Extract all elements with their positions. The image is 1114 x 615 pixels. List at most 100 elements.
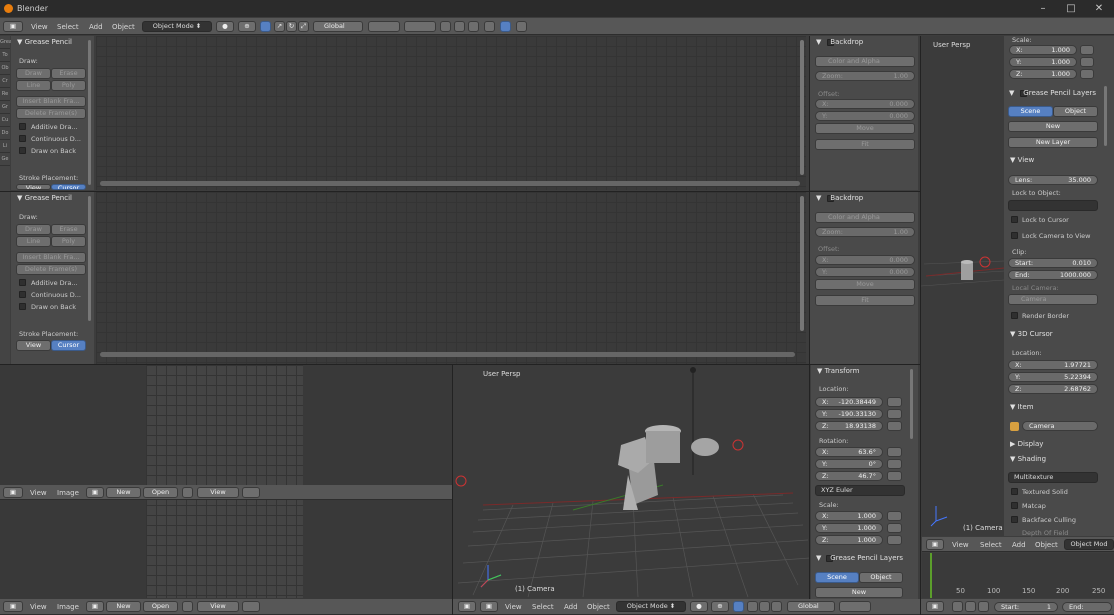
r-render-border-check[interactable]: [1011, 312, 1018, 319]
backdrop-mode-select-2[interactable]: Color and Alpha: [815, 212, 915, 223]
divider-h-2[interactable]: [0, 364, 920, 365]
maximize-icon[interactable]: □: [1056, 0, 1086, 17]
vp-manip-button[interactable]: [733, 601, 744, 612]
image-editor-grid-top[interactable]: [96, 36, 806, 190]
gp-new-button[interactable]: New: [815, 587, 903, 598]
menu-add[interactable]: Add: [89, 23, 103, 31]
backdrop-title[interactable]: ▼ Backdrop: [816, 38, 863, 46]
rotate-button[interactable]: ↻: [286, 21, 297, 32]
delete-frames-button[interactable]: Delete Frame(s): [16, 108, 86, 119]
placement-cursor-button[interactable]: Cursor: [51, 184, 86, 190]
img-pin-button[interactable]: [182, 487, 193, 498]
rot-x-field[interactable]: X: 63.6°: [815, 447, 883, 457]
vp-scale-button[interactable]: [771, 601, 782, 612]
r-clip-start[interactable]: Start: 0.010: [1008, 258, 1098, 268]
r-scale-y[interactable]: Y: 1.000: [1009, 57, 1077, 67]
img-view-select[interactable]: View: [197, 487, 239, 498]
img2-browse-button[interactable]: ▣: [86, 601, 104, 612]
delete-frames-button-2[interactable]: Delete Frame(s): [16, 264, 86, 275]
tl-editor-type[interactable]: ▣: [926, 601, 944, 612]
snap-element-button[interactable]: [484, 21, 495, 32]
timeline-area[interactable]: 50 100 150 200 250: [922, 553, 1114, 598]
v-scrollbar-top[interactable]: [800, 40, 804, 175]
r-scale-lock-z[interactable]: [1080, 69, 1094, 79]
gp-object-button[interactable]: Object: [859, 572, 903, 583]
offset-y-field[interactable]: Y: 0.000: [815, 111, 915, 121]
image-canvas-strip[interactable]: [146, 365, 303, 598]
img2-view-select[interactable]: View: [197, 601, 239, 612]
loc-z-field[interactable]: Z: 18.93138: [815, 421, 883, 431]
vp-menu-select[interactable]: Select: [532, 603, 554, 611]
scale-y-field[interactable]: Y: 1.000: [815, 523, 883, 533]
mode-select[interactable]: Object Mode ⬍: [142, 21, 212, 32]
img2-new-button[interactable]: New: [106, 601, 141, 612]
image-editor-grid-mid[interactable]: [96, 192, 806, 364]
img-menu-image[interactable]: Image: [57, 489, 79, 497]
layers-block-1[interactable]: [368, 21, 400, 32]
offset-y-field-2[interactable]: Y: 0.000: [815, 267, 915, 277]
loc-lock-y[interactable]: [887, 409, 902, 419]
img-menu-view[interactable]: View: [30, 489, 47, 497]
scale-lock-x[interactable]: [887, 511, 902, 521]
vp-menu-view[interactable]: View: [505, 603, 522, 611]
panel-title-2[interactable]: ▼ Grease Pencil: [17, 194, 72, 202]
r-cursor-x[interactable]: X: 1.97721: [1008, 360, 1098, 370]
fit-button[interactable]: Fit: [815, 139, 915, 150]
tab-general[interactable]: Ge: [0, 153, 10, 166]
additive-check-2[interactable]: [19, 279, 26, 286]
r-scale-lock-y[interactable]: [1080, 57, 1094, 67]
r-shading-mode-select[interactable]: Multitexture: [1008, 472, 1098, 483]
r-clip-end[interactable]: End: 1000.000: [1008, 270, 1098, 280]
h-scrollbar-top[interactable]: [100, 181, 800, 186]
layer-lock-button[interactable]: [440, 21, 451, 32]
additive-check[interactable]: [19, 123, 26, 130]
r-lock-cursor-check[interactable]: [1011, 216, 1018, 223]
viewport-3d-right[interactable]: User Persp (1) Camera: [921, 36, 1004, 536]
r-gp-new[interactable]: New: [1008, 121, 1098, 132]
editor-type-button[interactable]: ▣: [3, 21, 23, 32]
vp-shading-button[interactable]: ●: [690, 601, 708, 612]
draw-button[interactable]: Draw: [16, 68, 51, 79]
tl-end-field[interactable]: End:: [1062, 602, 1112, 612]
proportional-button[interactable]: [500, 21, 511, 32]
erase-button[interactable]: Erase: [51, 68, 86, 79]
scrollbar-left-bottom[interactable]: [88, 196, 91, 321]
offset-x-field[interactable]: X: 0.000: [815, 99, 915, 109]
rot-y-field[interactable]: Y: 0°: [815, 459, 883, 469]
tab-tools[interactable]: To: [0, 49, 10, 62]
img2-menu-view[interactable]: View: [30, 603, 47, 611]
img2-pin-button[interactable]: [182, 601, 193, 612]
vp-pivot-button[interactable]: ⊕: [711, 601, 729, 612]
translate-button[interactable]: ↗: [274, 21, 285, 32]
r-textured-solid-check[interactable]: [1011, 488, 1018, 495]
vp-translate-button[interactable]: [747, 601, 758, 612]
scale-lock-y[interactable]: [887, 523, 902, 533]
insert-blank-button[interactable]: Insert Blank Fra...: [16, 96, 86, 107]
layers-block-2[interactable]: [404, 21, 436, 32]
snap-button[interactable]: [468, 21, 479, 32]
loc-x-field[interactable]: X: -120.38449: [815, 397, 883, 407]
r-shading-title[interactable]: ▼ Shading: [1010, 455, 1046, 463]
r-local-camera-field[interactable]: Camera: [1008, 294, 1098, 305]
pivot-button[interactable]: ⊕: [238, 21, 256, 32]
r-scale-x[interactable]: X: 1.000: [1009, 45, 1077, 55]
tab-grease-2[interactable]: Gr: [0, 101, 10, 114]
loc-lock-z[interactable]: [887, 421, 902, 431]
tl-button-b[interactable]: [965, 601, 976, 612]
r-lens-field[interactable]: Lens: 35.000: [1008, 175, 1098, 185]
rv-menu-select[interactable]: Select: [980, 541, 1002, 549]
placement-cursor-button-2[interactable]: Cursor: [51, 340, 86, 351]
r-scrollbar[interactable]: [1104, 86, 1107, 146]
tab-relations[interactable]: Re: [0, 88, 10, 101]
zoom-field[interactable]: Zoom: 1.00: [815, 71, 915, 81]
r-cursor-title[interactable]: ▼ 3D Cursor: [1010, 330, 1053, 338]
rv-mode-select[interactable]: Object Mod: [1064, 539, 1114, 550]
offset-x-field-2[interactable]: X: 0.000: [815, 255, 915, 265]
backdrop-title-2[interactable]: ▼ Backdrop: [816, 194, 863, 202]
rv-menu-view[interactable]: View: [952, 541, 969, 549]
rv-editor-type[interactable]: ▣: [926, 539, 944, 550]
transform-title[interactable]: ▼ Transform: [817, 367, 859, 375]
tl-button-a[interactable]: [952, 601, 963, 612]
scale-z-field[interactable]: Z: 1.000: [815, 535, 883, 545]
loc-y-field[interactable]: Y: -190.33130: [815, 409, 883, 419]
